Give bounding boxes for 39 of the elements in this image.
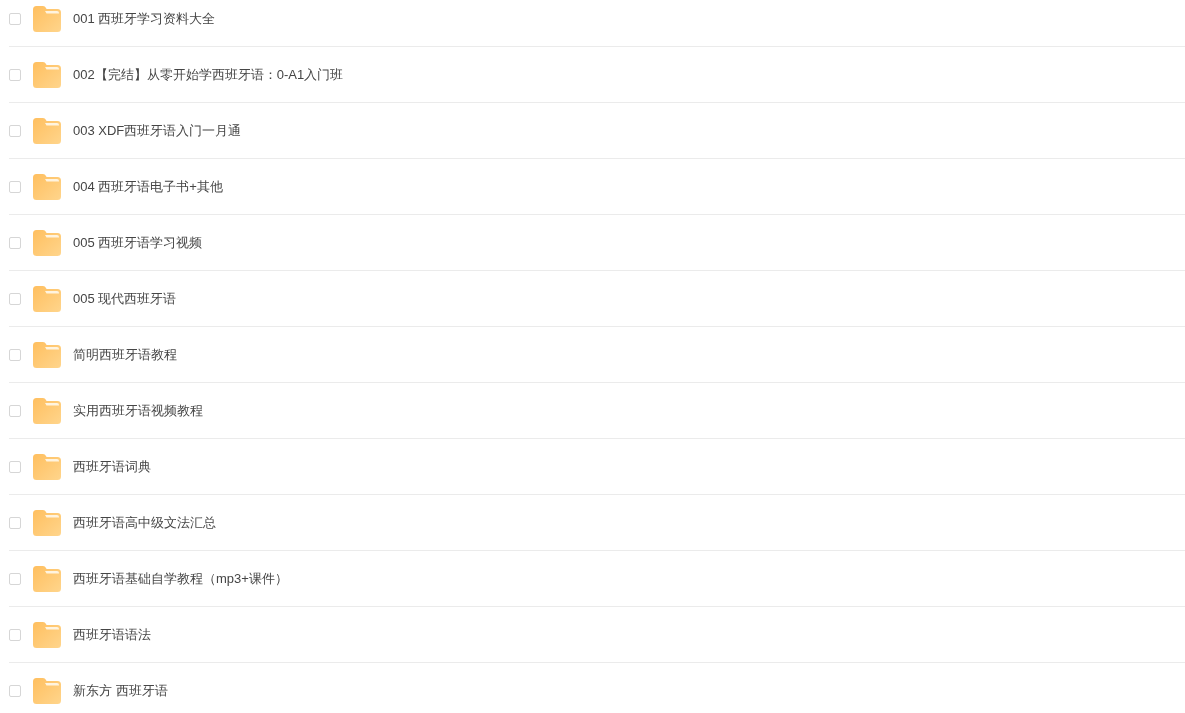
folder-name[interactable]: 004 西班牙语电子书+其他 [73, 174, 223, 200]
folder-icon [33, 342, 61, 368]
folder-icon [33, 230, 61, 256]
folder-icon [33, 510, 61, 536]
folder-name[interactable]: 002【完结】从零开始学西班牙语：0-A1入门班 [73, 62, 344, 88]
checkbox[interactable] [9, 13, 21, 25]
folder-name[interactable]: 简明西班牙语教程 [73, 342, 177, 368]
checkbox[interactable] [9, 125, 21, 137]
checkbox[interactable] [9, 461, 21, 473]
checkbox[interactable] [9, 685, 21, 697]
checkbox[interactable] [9, 517, 21, 529]
folder-name[interactable]: 实用西班牙语视频教程 [73, 398, 203, 424]
folder-name[interactable]: 003 XDF西班牙语入门一月通 [73, 118, 242, 144]
checkbox[interactable] [9, 237, 21, 249]
folder-icon [33, 118, 61, 144]
folder-icon [33, 566, 61, 592]
folder-icon [33, 286, 61, 312]
folder-name[interactable]: 001 西班牙学习资料大全 [73, 6, 216, 32]
checkbox[interactable] [9, 573, 21, 585]
folder-icon [33, 454, 61, 480]
folder-name[interactable]: 西班牙语基础自学教程（mp3+课件） [73, 566, 288, 592]
folder-icon [33, 174, 61, 200]
checkbox[interactable] [9, 69, 21, 81]
folder-icon [33, 6, 61, 32]
folder-icon [33, 398, 61, 424]
folder-name[interactable]: 005 西班牙语学习视频 [73, 230, 203, 256]
checkbox[interactable] [9, 181, 21, 193]
checkbox[interactable] [9, 293, 21, 305]
folder-icon [33, 62, 61, 88]
folder-icon [33, 622, 61, 648]
folder-name[interactable]: 西班牙语语法 [73, 622, 151, 648]
checkbox[interactable] [9, 405, 21, 417]
folder-name[interactable]: 005 现代西班牙语 [73, 286, 177, 312]
folder-name[interactable]: 新东方 西班牙语 [73, 678, 168, 704]
folder-name[interactable]: 西班牙语词典 [73, 454, 151, 480]
folder-name[interactable]: 西班牙语高中级文法汇总 [73, 510, 216, 536]
folder-icon [33, 678, 61, 704]
checkbox[interactable] [9, 629, 21, 641]
checkbox[interactable] [9, 349, 21, 361]
